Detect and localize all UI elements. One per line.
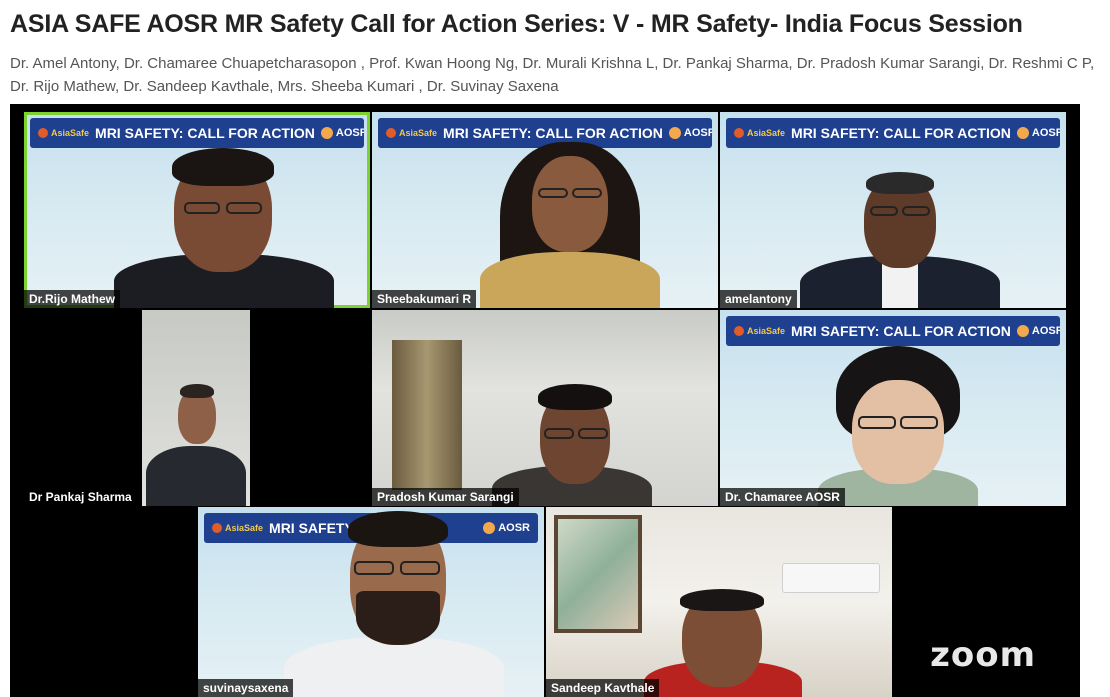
participant-name: Pradosh Kumar Sarangi [372, 488, 519, 506]
asiasafe-logo: AsiaSafe [38, 128, 89, 138]
aosr-logo: AOSR [1016, 127, 1060, 139]
participant-video [114, 142, 334, 308]
beard [356, 591, 440, 645]
video-tile-sandeep-kavthale[interactable]: Sandeep Kavthale [546, 507, 892, 697]
author-list: Dr. Amel Antony, Dr. Chamaree Chuapetcha… [10, 55, 1095, 95]
participant-name: Sheebakumari R [372, 290, 477, 308]
asiasafe-logo: AsiaSafe [386, 128, 437, 138]
video-tile-rijo-mathew[interactable]: AsiaSafe MRI SAFETY: CALL FOR ACTION AOS… [24, 112, 370, 308]
video-grid[interactable]: AsiaSafe MRI SAFETY: CALL FOR ACTION AOS… [10, 104, 1080, 697]
participant-name: amelantony [720, 290, 797, 308]
participant-video [800, 172, 1000, 308]
participant-name: Dr. Chamaree AOSR [720, 488, 845, 506]
participant-name: Sandeep Kavthale [546, 679, 660, 697]
asiasafe-logo: AsiaSafe [734, 326, 785, 336]
event-banner: AsiaSafe MRI SAFETY: CALL FOR ACTION AOS… [726, 316, 1060, 346]
video-tile-suvinay-saxena[interactable]: AsiaSafe MRI SAFETY: AOSR suvinaysaxena [198, 507, 544, 697]
aosr-logo: AOSR [1016, 325, 1060, 337]
video-tile-sheebakumari[interactable]: AsiaSafe MRI SAFETY: CALL FOR ACTION AOS… [372, 112, 718, 308]
page-title: ASIA SAFE AOSR MR Safety Call for Action… [10, 10, 1023, 38]
participant-video [480, 142, 660, 308]
participant-name: suvinaysaxena [198, 679, 294, 697]
video-tile-amelantony[interactable]: AsiaSafe MRI SAFETY: CALL FOR ACTION AOS… [720, 112, 1066, 308]
video-tile-pradosh-sarangi[interactable]: Pradosh Kumar Sarangi [372, 310, 718, 506]
participant-name: Dr Pankaj Sharma [24, 488, 137, 506]
participant-name: Dr.Rijo Mathew [24, 290, 121, 308]
video-tile-chamaree[interactable]: AsiaSafe MRI SAFETY: CALL FOR ACTION AOS… [720, 310, 1066, 506]
aosr-logo: AOSR [320, 127, 364, 139]
participant-video [638, 589, 808, 697]
video-tile-pankaj-sharma[interactable]: Dr Pankaj Sharma [24, 310, 370, 506]
participant-video [142, 310, 250, 506]
participant-video [808, 346, 988, 506]
asiasafe-logo: AsiaSafe [734, 128, 785, 138]
event-banner: AsiaSafe MRI SAFETY: CALL FOR ACTION AOS… [726, 118, 1060, 148]
asiasafe-logo: AsiaSafe [212, 523, 263, 533]
participant-video [284, 511, 504, 697]
aosr-logo: AOSR [668, 127, 712, 139]
window-blinds [392, 340, 462, 490]
zoom-watermark: zoom [930, 635, 1036, 675]
wall-painting [554, 515, 642, 633]
